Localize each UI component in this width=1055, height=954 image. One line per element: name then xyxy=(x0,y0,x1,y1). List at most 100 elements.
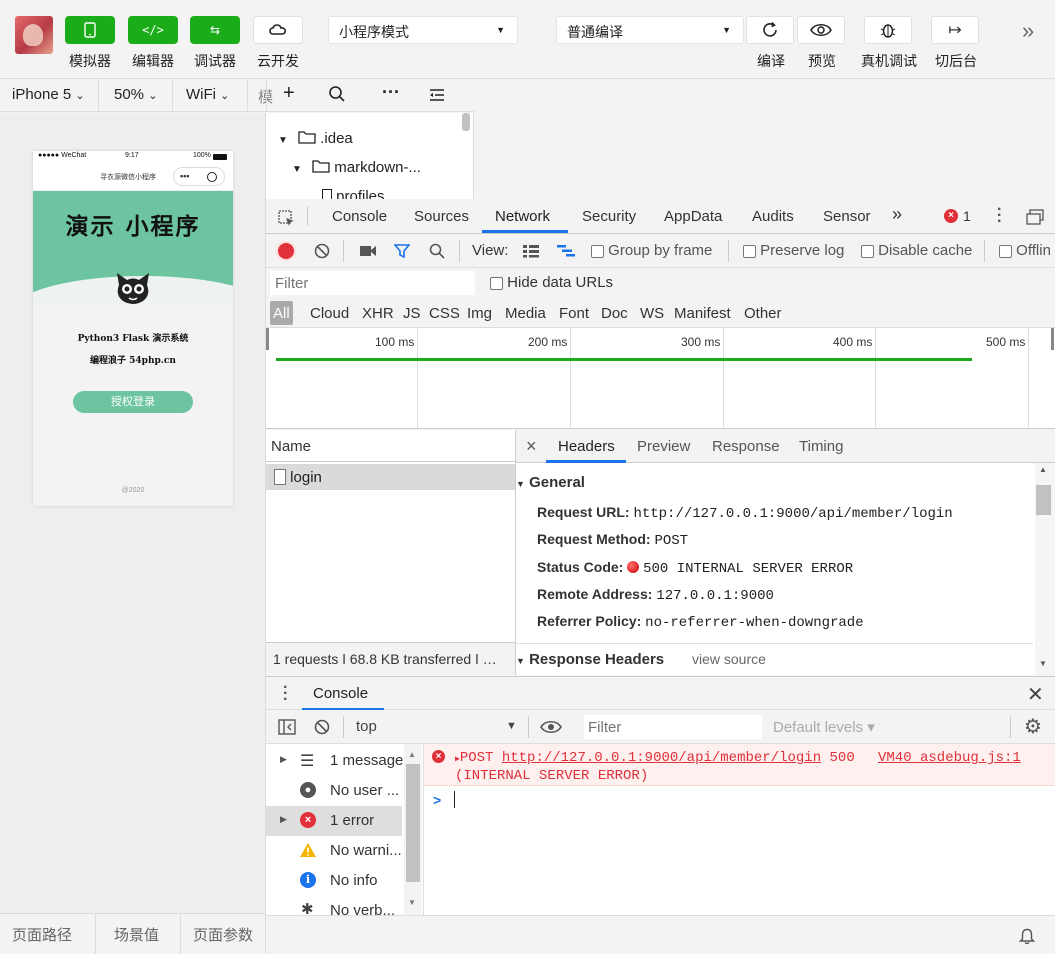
compile-select[interactable]: 普通编译 ▼ xyxy=(556,16,744,44)
scene-value-button[interactable]: 场景值 xyxy=(114,924,159,945)
preview-button[interactable] xyxy=(797,16,845,44)
device-select[interactable]: iPhone 5 ⌄ xyxy=(12,86,85,103)
search-files-button[interactable] xyxy=(328,85,346,107)
offline-option[interactable]: Offlin xyxy=(999,242,1051,259)
scroll-down-icon[interactable]: ▼ xyxy=(1039,659,1047,668)
zoom-select[interactable]: 50% ⌄ xyxy=(114,86,157,103)
response-headers-row[interactable]: ▼ Response Headers view source xyxy=(516,643,1033,675)
waterfall-icon[interactable] xyxy=(556,244,576,258)
general-section-toggle[interactable]: ▼ General xyxy=(516,474,585,491)
timeline-start-handle[interactable] xyxy=(266,328,269,350)
large-rows-icon[interactable] xyxy=(522,244,540,258)
tab-network[interactable]: Network xyxy=(495,208,550,225)
sidebar-item-warnings[interactable]: No warni... xyxy=(266,836,402,866)
tab-headers[interactable]: Headers xyxy=(558,438,615,455)
add-file-button[interactable]: + xyxy=(283,82,295,105)
remote-debug-button[interactable] xyxy=(864,16,912,44)
console-filter-input[interactable] xyxy=(584,715,762,739)
type-filter-js[interactable]: JS xyxy=(403,305,421,322)
offline-checkbox[interactable] xyxy=(999,244,1012,258)
notification-bell-icon[interactable] xyxy=(1019,928,1035,945)
filter-icon[interactable] xyxy=(394,243,410,259)
editor-toggle-button[interactable]: </> xyxy=(128,16,178,44)
toolbar-more-button[interactable]: » xyxy=(1022,18,1034,44)
name-column-header[interactable]: Name xyxy=(266,430,515,462)
tab-preview[interactable]: Preview xyxy=(637,438,690,455)
type-filter-css[interactable]: CSS xyxy=(429,305,460,322)
scroll-down-icon[interactable]: ▼ xyxy=(408,898,416,907)
close-drawer-icon[interactable]: ✕ xyxy=(1027,682,1044,707)
type-filter-media[interactable]: Media xyxy=(505,305,546,322)
tab-console[interactable]: Console xyxy=(332,208,387,225)
type-filter-all[interactable]: All xyxy=(270,301,293,325)
tree-item-profiles[interactable]: profiles xyxy=(322,188,385,199)
mode-select[interactable]: 小程序模式 ▼ xyxy=(328,16,518,44)
background-button[interactable]: ↦ xyxy=(931,16,979,44)
tree-scrollbar[interactable] xyxy=(462,113,470,131)
preserve-log-option[interactable]: Preserve log xyxy=(743,242,844,259)
view-source-link[interactable]: view source xyxy=(692,651,766,667)
tab-response[interactable]: Response xyxy=(712,438,780,455)
type-filter-font[interactable]: Font xyxy=(559,305,589,322)
type-filter-cloud[interactable]: Cloud xyxy=(310,305,349,322)
tab-timing[interactable]: Timing xyxy=(799,438,843,455)
inspect-element-icon[interactable] xyxy=(278,210,296,228)
tab-sensor[interactable]: Sensor xyxy=(823,208,871,225)
scroll-up-icon[interactable]: ▲ xyxy=(1039,465,1047,474)
capsule-menu[interactable]: ••• xyxy=(173,167,225,186)
type-filter-other[interactable]: Other xyxy=(744,305,782,322)
console-error-message[interactable]: × ▶POST http://127.0.0.1:9000/api/member… xyxy=(424,744,1055,786)
log-levels-select[interactable]: Default levels ▾ xyxy=(773,718,875,736)
more-options-button[interactable]: ··· xyxy=(382,82,400,103)
hide-data-urls-option[interactable]: Hide data URLs xyxy=(490,274,613,291)
sidebar-item-verbose[interactable]: ✱ No verb... xyxy=(266,896,402,915)
cloud-dev-button[interactable] xyxy=(253,16,303,44)
close-detail-button[interactable]: × xyxy=(526,436,537,457)
preserve-log-checkbox[interactable] xyxy=(743,244,756,258)
tree-item-idea[interactable]: ▼ .idea xyxy=(278,130,353,147)
network-timeline[interactable]: 100 ms 200 ms 300 ms 400 ms 500 ms xyxy=(266,328,1055,429)
scrollbar-thumb[interactable] xyxy=(406,764,420,882)
record-icon[interactable] xyxy=(278,243,294,259)
tab-appdata[interactable]: AppData xyxy=(664,208,722,225)
type-filter-img[interactable]: Img xyxy=(467,305,492,322)
type-filter-manifest[interactable]: Manifest xyxy=(674,305,731,322)
live-expression-eye-icon[interactable] xyxy=(540,720,562,734)
tab-security[interactable]: Security xyxy=(582,208,636,225)
group-by-frame-checkbox[interactable] xyxy=(591,244,604,258)
error-source-link[interactable]: VM40 asdebug.js:1 xyxy=(878,750,1021,766)
type-filter-xhr[interactable]: XHR xyxy=(362,305,394,322)
sidebar-item-messages[interactable]: ▶ ☰ 1 message xyxy=(266,746,403,776)
tab-sources[interactable]: Sources xyxy=(414,208,469,225)
detail-scrollbar[interactable]: ▲ ▼ xyxy=(1035,463,1055,675)
collapse-tree-button[interactable] xyxy=(428,86,446,106)
authorize-login-button[interactable]: 授权登录 xyxy=(73,391,193,413)
compile-button[interactable] xyxy=(746,16,794,44)
video-camera-icon[interactable] xyxy=(359,244,377,258)
type-filter-ws[interactable]: WS xyxy=(640,305,664,322)
clear-icon[interactable] xyxy=(314,243,330,259)
tab-audits[interactable]: Audits xyxy=(752,208,794,225)
disable-cache-option[interactable]: Disable cache xyxy=(861,242,972,259)
phone-screen[interactable]: ●●●●● WeChat 9:17 100% 寻衣源微信小程序 ••• 演示 小… xyxy=(33,151,233,506)
scroll-up-icon[interactable]: ▲ xyxy=(408,750,416,759)
drawer-menu-icon[interactable]: · · · xyxy=(283,680,288,708)
sidebar-toggle-icon[interactable] xyxy=(278,719,296,735)
undock-icon[interactable] xyxy=(1026,209,1044,225)
simulator-toggle-button[interactable] xyxy=(65,16,115,44)
console-input-caret[interactable] xyxy=(454,791,455,808)
response-headers-toggle[interactable]: ▼ Response Headers xyxy=(516,651,664,668)
network-select[interactable]: WiFi ⌄ xyxy=(186,86,229,103)
scrollbar-thumb[interactable] xyxy=(1036,485,1051,515)
error-url-link[interactable]: http://127.0.0.1:9000/api/member/login xyxy=(502,750,821,766)
request-row-login[interactable]: login xyxy=(266,464,515,490)
network-filter-input[interactable] xyxy=(270,271,475,295)
kebab-menu-icon[interactable]: · · · xyxy=(997,202,1002,230)
disable-cache-checkbox[interactable] xyxy=(861,244,874,258)
drawer-tab-console[interactable]: Console xyxy=(313,685,368,702)
search-icon[interactable] xyxy=(429,243,445,259)
group-by-frame-option[interactable]: Group by frame xyxy=(591,242,712,259)
sidebar-item-errors[interactable]: ▶ × 1 error xyxy=(266,806,402,836)
timeline-end-handle[interactable] xyxy=(1051,328,1054,350)
type-filter-doc[interactable]: Doc xyxy=(601,305,628,322)
